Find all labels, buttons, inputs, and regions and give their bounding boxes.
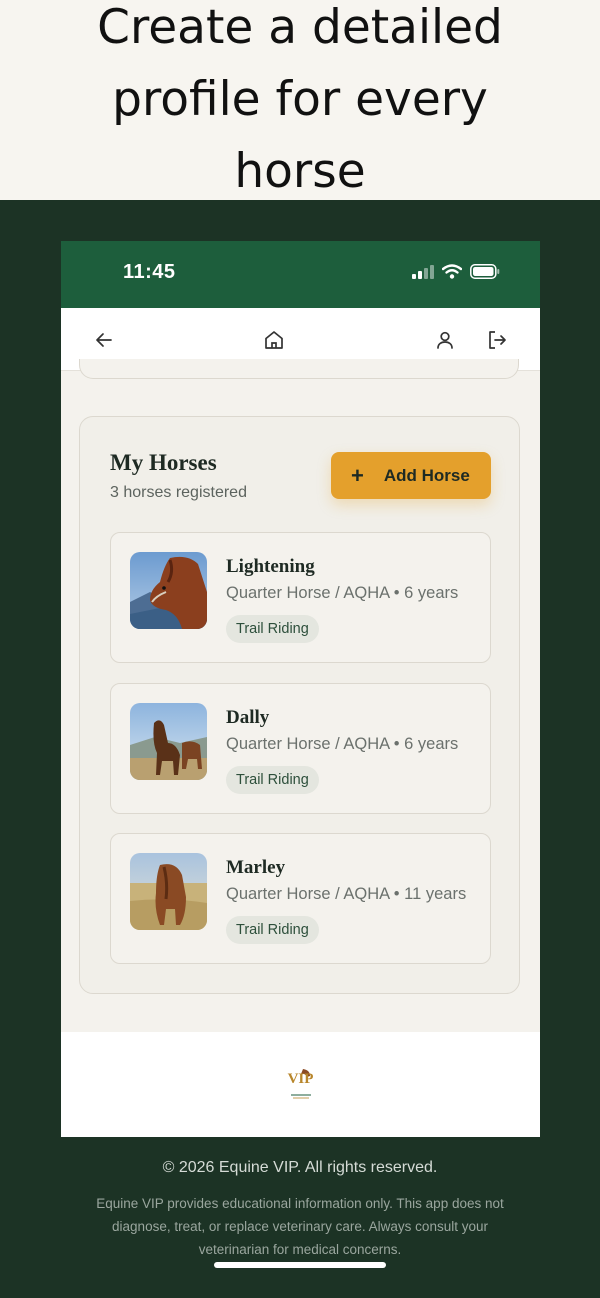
status-time: 11:45	[123, 261, 176, 283]
section-title: My Horses	[110, 450, 217, 475]
promo-headline: Create a detailed profile for every hors…	[97, 0, 503, 199]
promo-banner: Create a detailed profile for every hors…	[0, 0, 600, 200]
my-horses-section: My Horses 3 horses registered + Add Hors…	[79, 416, 520, 994]
horse-card[interactable]: Dally Quarter Horse / AQHA • 6 years Tra…	[110, 683, 491, 814]
battery-icon	[470, 264, 500, 284]
add-horse-button[interactable]: + Add Horse	[331, 452, 491, 499]
horse-card[interactable]: Marley Quarter Horse / AQHA • 11 years T…	[110, 833, 491, 964]
logo-text: VIP	[287, 1071, 314, 1087]
plus-icon: +	[351, 462, 364, 488]
horse-name: Marley	[226, 857, 286, 878]
horse-photo	[130, 703, 207, 780]
back-arrow-icon[interactable]	[92, 328, 116, 352]
horse-breed-age: Quarter Horse / AQHA • 6 years	[226, 584, 459, 602]
wifi-icon	[441, 264, 463, 284]
previous-card-edge	[79, 359, 519, 379]
disclaimer-text: Equine VIP provides educational informat…	[96, 1196, 504, 1257]
horse-card[interactable]: Lightening Quarter Horse / AQHA • 6 year…	[110, 532, 491, 663]
add-horse-label: Add Horse	[383, 465, 470, 485]
horse-name: Dally	[226, 707, 270, 728]
phone-screen: 11:45 My Horses 3 horses registered + Ad…	[61, 241, 540, 1137]
copyright-text: © 2026 Equine VIP. All rights reserved.	[162, 1159, 438, 1176]
horse-photo	[130, 853, 207, 930]
horse-discipline-tag: Trail Riding	[226, 615, 319, 643]
horse-discipline-tag: Trail Riding	[226, 766, 319, 794]
horse-name: Lightening	[226, 556, 315, 577]
cellular-signal-icon	[412, 264, 434, 284]
status-icons	[412, 264, 500, 284]
home-icon[interactable]	[262, 328, 286, 352]
horse-discipline-tag: Trail Riding	[226, 916, 319, 944]
horse-photo	[130, 552, 207, 629]
status-bar: 11:45	[61, 241, 540, 308]
horse-count: 3 horses registered	[110, 484, 247, 501]
user-icon[interactable]	[433, 328, 457, 352]
equine-vip-logo: VIP	[283, 1067, 319, 1103]
logout-icon[interactable]	[485, 328, 509, 352]
home-indicator[interactable]	[214, 1262, 386, 1268]
horse-breed-age: Quarter Horse / AQHA • 6 years	[226, 735, 459, 753]
app-footer: VIP	[61, 1032, 540, 1137]
horse-breed-age: Quarter Horse / AQHA • 11 years	[226, 885, 467, 903]
